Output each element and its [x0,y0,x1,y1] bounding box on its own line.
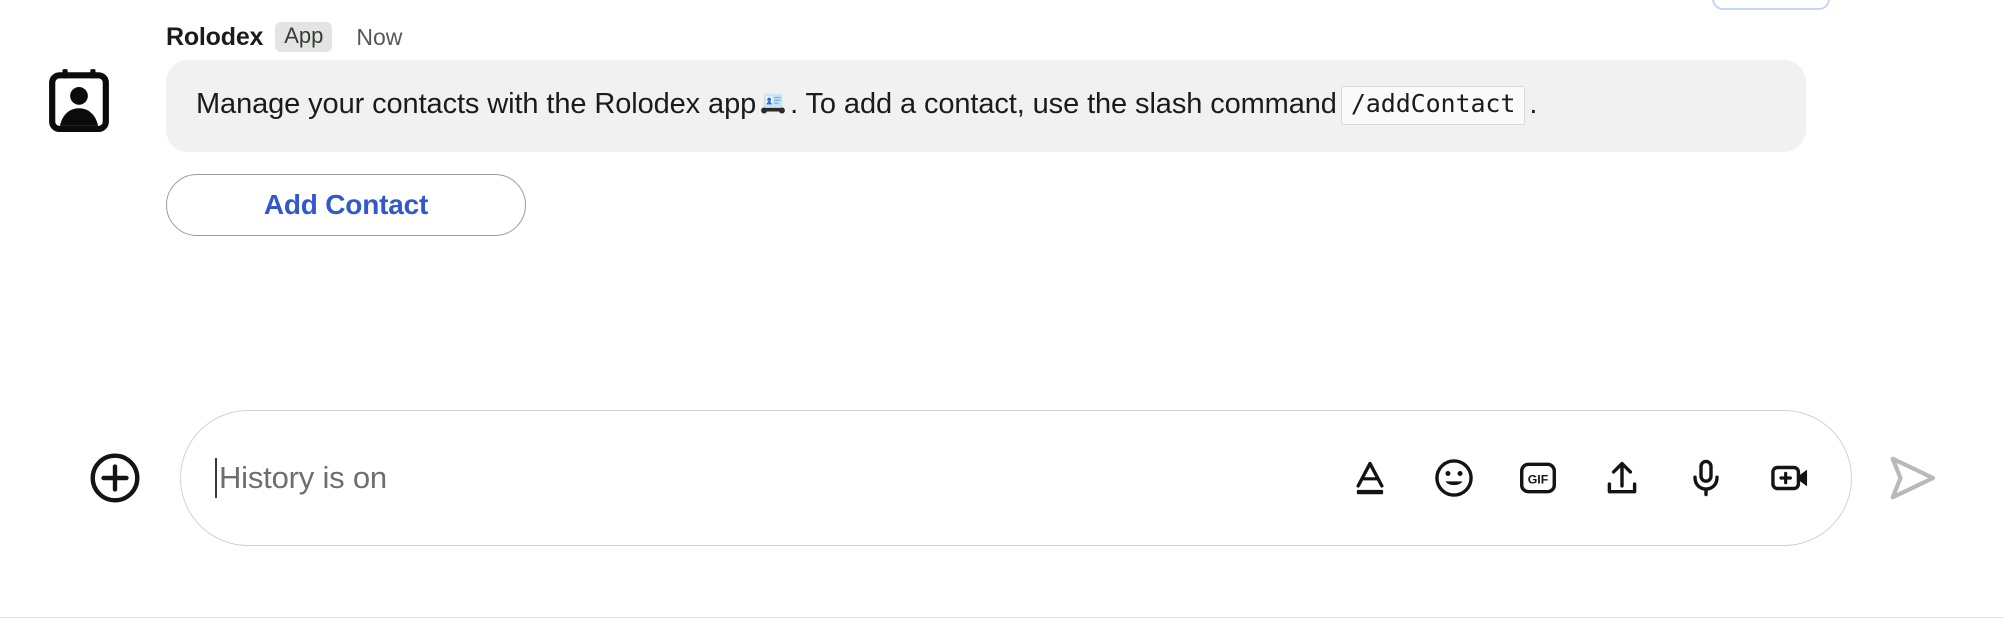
emoji-icon[interactable] [1433,457,1475,499]
contact-card-icon [49,69,109,132]
avatar [40,22,166,132]
message-header: Rolodex App Now [166,22,1910,52]
sender-name: Rolodex [166,22,264,51]
message-input[interactable]: History is on [219,460,1329,496]
composer-tools: GIF [1349,457,1811,499]
text-caret [215,458,217,498]
message-content: Rolodex App Now Manage your contacts wit… [166,22,1910,237]
message-body-part3: . [1529,88,1538,120]
add-contact-button[interactable]: Add Contact [166,174,526,237]
message-body: Manage your contacts with the Rolodex ap… [196,82,1776,126]
format-text-icon[interactable] [1349,457,1391,499]
app-badge: App [275,22,333,52]
upload-icon[interactable] [1601,457,1643,499]
message-row: Rolodex App Now Manage your contacts wit… [40,22,1910,237]
gif-icon[interactable]: GIF [1517,457,1559,499]
card-index-emoji [758,87,788,117]
microphone-icon[interactable] [1685,457,1727,499]
send-icon[interactable] [1884,450,1940,506]
message-timestamp: Now [356,23,403,50]
message-bubble: Manage your contacts with the Rolodex ap… [166,60,1806,153]
top-edge-artifact [1712,0,1830,10]
message-body-part2: . To add a contact, use the slash comman… [790,88,1337,120]
plus-circle-icon[interactable] [88,451,142,505]
message-body-part1: Manage your contacts with the Rolodex ap… [196,88,757,120]
slash-command-chip: /addContact [1340,86,1526,125]
message-input-shell[interactable]: History is on GIF [180,410,1852,546]
svg-text:GIF: GIF [1528,473,1549,487]
composer-bar: History is on GIF [0,408,2004,548]
video-add-icon[interactable] [1769,457,1811,499]
